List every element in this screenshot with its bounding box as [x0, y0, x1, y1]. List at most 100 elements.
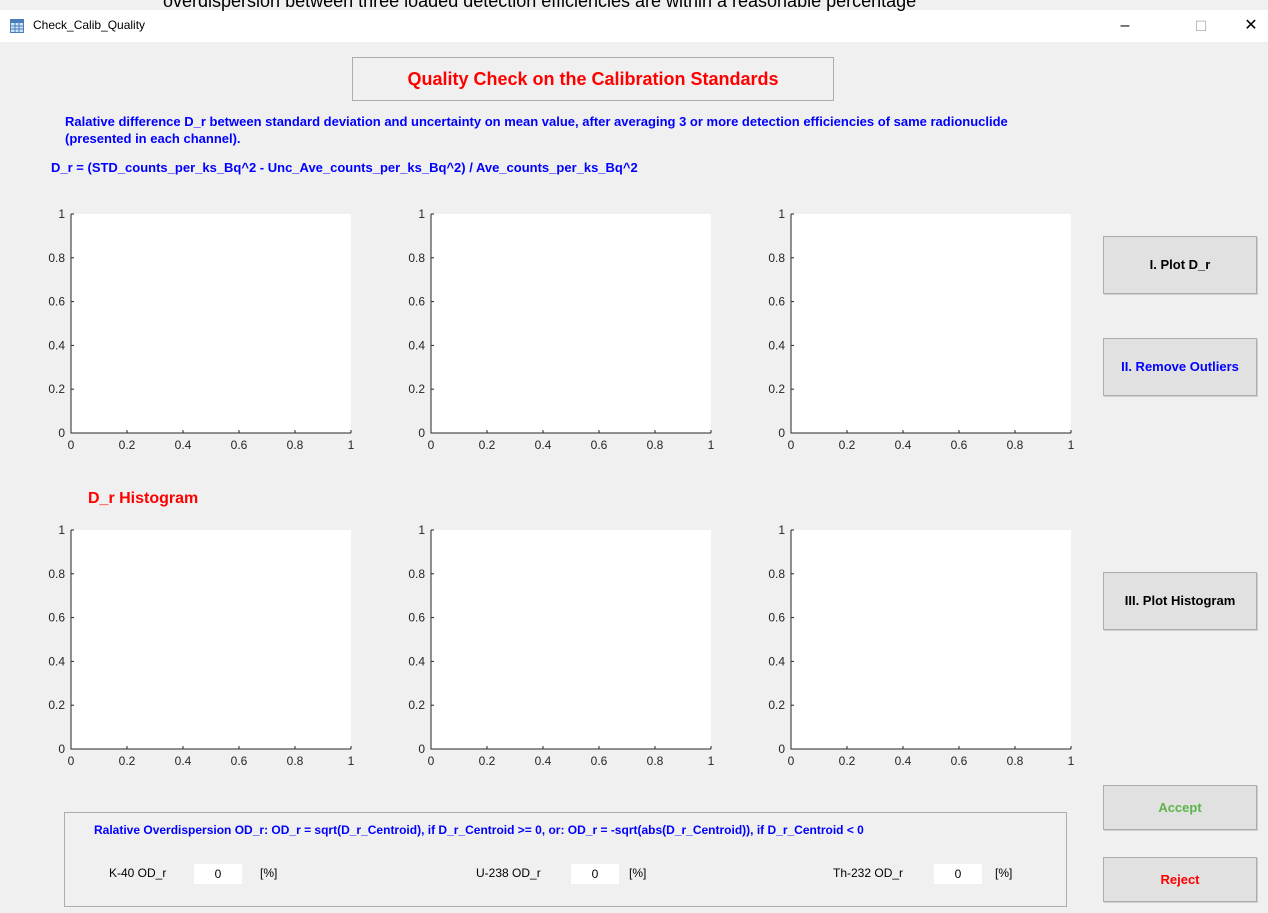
plot-histogram-button[interactable]: III. Plot Histogram — [1103, 572, 1257, 630]
y-tick-label: 0.6 — [768, 611, 785, 625]
x-tick-label: 0 — [428, 754, 435, 768]
x-tick-label: 0 — [68, 438, 75, 452]
y-tick-label: 0 — [58, 742, 65, 756]
x-tick-label: 0.4 — [175, 438, 192, 452]
y-tick-label: 1 — [58, 523, 65, 537]
y-tick-label: 0.6 — [48, 611, 65, 625]
y-tick-label: 0.2 — [48, 698, 65, 712]
plot-top-left: 0 0.2 0.4 0.6 0.8 1 0 0.2 0.4 0.6 0.8 1 — [48, 207, 354, 452]
y-tick-label: 0.8 — [48, 567, 65, 581]
k40-unit: [%] — [260, 866, 278, 880]
th232-label: Th-232 OD_r — [833, 866, 904, 880]
plot-area — [71, 530, 351, 749]
y-tick-label: 0.2 — [408, 698, 425, 712]
x-tick-label: 0.4 — [175, 754, 192, 768]
y-tick-label: 0.8 — [48, 251, 65, 265]
x-tick-label: 0.8 — [287, 438, 304, 452]
x-tick-label: 0.8 — [1007, 754, 1024, 768]
y-tick-label: 0.8 — [408, 567, 425, 581]
plot-area — [791, 214, 1071, 433]
x-tick-label: 0.8 — [1007, 438, 1024, 452]
x-tick-label: 0 — [428, 438, 435, 452]
y-tick-label: 0.6 — [48, 295, 65, 309]
plot-dr-button[interactable]: I. Plot D_r — [1103, 236, 1257, 294]
overdispersion-panel: Ralative Overdispersion OD_r: OD_r = sqr… — [64, 812, 1067, 907]
y-tick-label: 0.4 — [48, 654, 65, 668]
window-titlebar: Check_Calib_Quality – ☐ ✕ — [0, 10, 1268, 42]
plot-bottom-left: 0 0.2 0.4 0.6 0.8 1 0 0.2 0.4 0.6 0.8 1 — [48, 523, 354, 768]
u238-label: U-238 OD_r — [476, 866, 541, 880]
x-tick-label: 0.4 — [535, 438, 552, 452]
x-tick-label: 0.6 — [591, 438, 608, 452]
x-tick-label: 0.2 — [479, 754, 496, 768]
plot-bottom-right: 0 0.2 0.4 0.6 0.8 1 0 0.2 0.4 0.6 0.8 1 — [768, 523, 1074, 768]
y-tick-label: 0.4 — [768, 654, 785, 668]
app-icon — [10, 19, 24, 33]
y-tick-label: 0.6 — [408, 611, 425, 625]
remove-outliers-button[interactable]: II. Remove Outliers — [1103, 338, 1257, 396]
plot-bottom-middle: 0 0.2 0.4 0.6 0.8 1 0 0.2 0.4 0.6 0.8 1 — [408, 523, 714, 768]
x-tick-label: 1 — [708, 754, 715, 768]
y-tick-label: 0 — [58, 426, 65, 440]
y-tick-label: 0.2 — [768, 382, 785, 396]
y-tick-label: 0.4 — [768, 338, 785, 352]
y-tick-label: 0 — [418, 742, 425, 756]
x-tick-label: 0.6 — [591, 754, 608, 768]
plot-axes-area: 0 0.2 0.4 0.6 0.8 1 0 0.2 0.4 0.6 0.8 1 0 0.2 0.4 0.6 0.… — [48, 207, 1074, 768]
close-button[interactable]: ✕ — [1228, 10, 1268, 42]
y-tick-label: 0.2 — [768, 698, 785, 712]
y-tick-label: 1 — [418, 523, 425, 537]
y-tick-label: 0.6 — [408, 295, 425, 309]
y-tick-label: 0.6 — [768, 295, 785, 309]
x-tick-label: 0.6 — [951, 438, 968, 452]
maximize-button[interactable]: ☐ — [1178, 10, 1224, 42]
th232-unit: [%] — [995, 866, 1013, 880]
window-title: Check_Calib_Quality — [33, 18, 146, 32]
y-tick-label: 0.4 — [408, 654, 425, 668]
k40-od-field[interactable]: 0 — [194, 864, 242, 884]
x-tick-label: 0.2 — [839, 754, 856, 768]
x-tick-label: 1 — [708, 438, 715, 452]
plot-area — [431, 214, 711, 433]
x-tick-label: 0.2 — [839, 438, 856, 452]
k40-label: K-40 OD_r — [109, 866, 167, 880]
plot-area — [791, 530, 1071, 749]
y-tick-label: 0.2 — [408, 382, 425, 396]
y-tick-label: 0.8 — [768, 251, 785, 265]
plot-top-middle: 0 0.2 0.4 0.6 0.8 1 0 0.2 0.4 0.6 0.8 1 — [408, 207, 714, 452]
x-tick-label: 0.8 — [647, 754, 664, 768]
u238-unit: [%] — [629, 866, 647, 880]
x-tick-label: 0.6 — [231, 438, 248, 452]
x-tick-label: 0 — [788, 438, 795, 452]
x-tick-label: 0.6 — [951, 754, 968, 768]
th232-od-field[interactable]: 0 — [934, 864, 982, 884]
x-tick-label: 0.4 — [895, 438, 912, 452]
minimize-button[interactable]: – — [1102, 10, 1148, 42]
plot-top-right: 0 0.2 0.4 0.6 0.8 1 0 0.2 0.4 0.6 0.8 1 — [768, 207, 1074, 452]
plot-area — [71, 214, 351, 433]
y-tick-label: 1 — [58, 207, 65, 221]
x-tick-label: 0.8 — [287, 754, 304, 768]
y-tick-label: 1 — [418, 207, 425, 221]
x-tick-label: 0.6 — [231, 754, 248, 768]
y-tick-label: 0 — [778, 426, 785, 440]
x-tick-label: 1 — [348, 754, 355, 768]
overdispersion-formula: Ralative Overdispersion OD_r: OD_r = sqr… — [94, 823, 864, 837]
accept-button[interactable]: Accept — [1103, 785, 1257, 830]
x-tick-label: 0.2 — [479, 438, 496, 452]
x-tick-label: 1 — [348, 438, 355, 452]
plot-area — [431, 530, 711, 749]
y-tick-label: 0.8 — [768, 567, 785, 581]
x-tick-label: 0.2 — [119, 754, 136, 768]
x-tick-label: 0.2 — [119, 438, 136, 452]
y-tick-label: 0.4 — [48, 338, 65, 352]
x-tick-label: 0.8 — [647, 438, 664, 452]
overflow-text: overdispersion between three loaded dete… — [163, 0, 917, 11]
x-tick-label: 0.4 — [535, 754, 552, 768]
u238-od-field[interactable]: 0 — [571, 864, 619, 884]
x-tick-label: 0 — [68, 754, 75, 768]
y-tick-label: 1 — [778, 523, 785, 537]
x-tick-label: 1 — [1068, 754, 1075, 768]
reject-button[interactable]: Reject — [1103, 857, 1257, 902]
y-tick-label: 1 — [778, 207, 785, 221]
